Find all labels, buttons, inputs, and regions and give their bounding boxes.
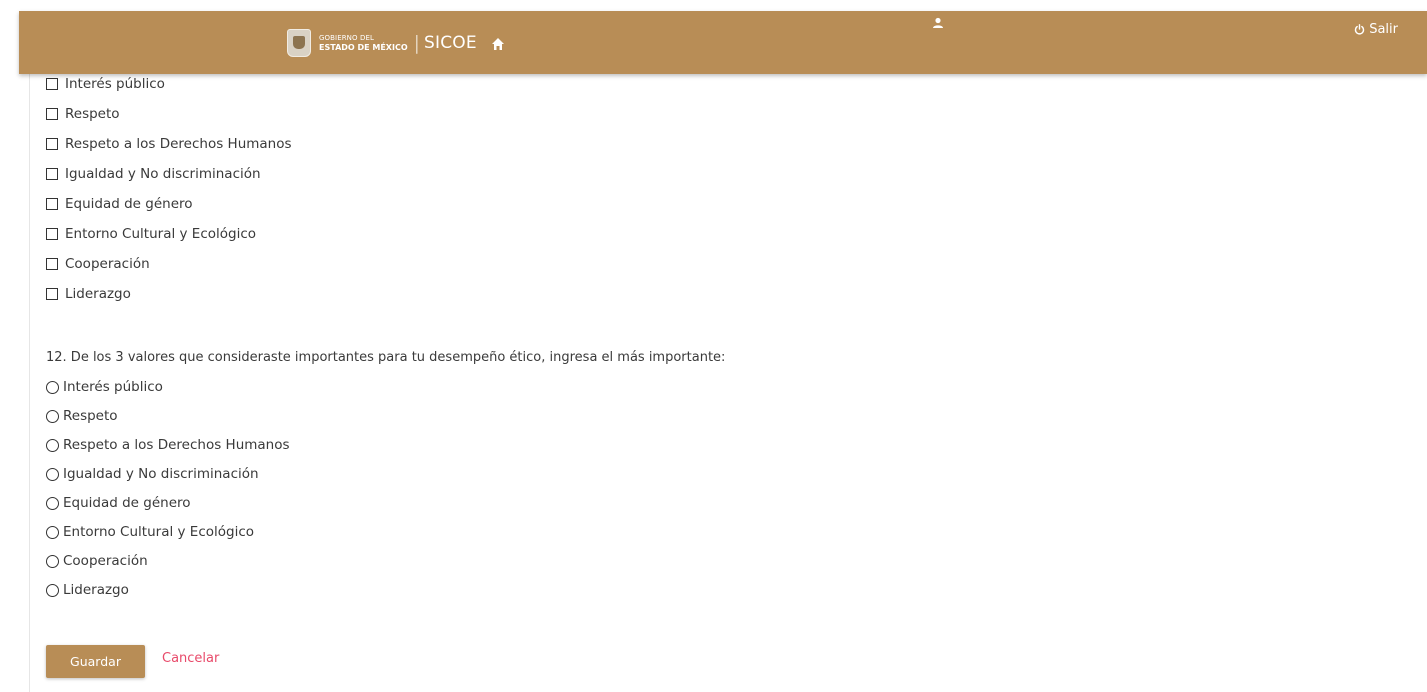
checkbox-option[interactable]: Entorno Cultural y Ecológico bbox=[46, 224, 256, 244]
logo-line-2: ESTADO DE MÉXICO bbox=[319, 43, 408, 52]
radio-button[interactable] bbox=[46, 554, 59, 568]
checkbox-label: Igualdad y No discriminación bbox=[65, 166, 261, 182]
content-left-border bbox=[29, 74, 30, 692]
logo-line-1: GOBIERNO DEL bbox=[319, 34, 374, 42]
power-icon bbox=[1355, 24, 1365, 35]
checkbox[interactable] bbox=[46, 168, 58, 180]
checkbox-label: Respeto a los Derechos Humanos bbox=[65, 136, 292, 152]
radio-option[interactable]: Respeto a los Derechos Humanos bbox=[46, 435, 290, 455]
page: GOBIERNO DEL ESTADO DE MÉXICO | SICOE Sa… bbox=[0, 0, 1427, 692]
logout-button[interactable]: Salir bbox=[1354, 22, 1398, 37]
checkbox[interactable] bbox=[46, 198, 58, 210]
radio-label: Respeto a los Derechos Humanos bbox=[63, 437, 290, 453]
logout-label: Salir bbox=[1369, 22, 1398, 37]
radio-label: Interés público bbox=[63, 379, 163, 395]
checkbox-label: Equidad de género bbox=[65, 196, 193, 212]
checkbox-option[interactable]: Liderazgo bbox=[46, 284, 131, 304]
checkbox-label: Cooperación bbox=[65, 256, 150, 272]
cancel-link[interactable]: Cancelar bbox=[162, 651, 219, 666]
radio-option[interactable]: Liderazgo bbox=[46, 580, 129, 600]
checkbox[interactable] bbox=[46, 138, 58, 150]
checkbox[interactable] bbox=[46, 108, 58, 120]
top-navbar: GOBIERNO DEL ESTADO DE MÉXICO | SICOE Sa… bbox=[19, 11, 1427, 74]
radio-label: Liderazgo bbox=[63, 582, 129, 598]
radio-option[interactable]: Cooperación bbox=[46, 551, 148, 571]
checkbox-option[interactable]: Cooperación bbox=[46, 254, 150, 274]
radio-option[interactable]: Equidad de género bbox=[46, 493, 191, 513]
radio-button[interactable] bbox=[46, 583, 59, 597]
state-seal-icon bbox=[287, 29, 311, 57]
checkbox-label: Liderazgo bbox=[65, 286, 131, 302]
checkbox-label: Interés público bbox=[65, 76, 165, 92]
radio-label: Respeto bbox=[63, 408, 118, 424]
app-name: SICOE bbox=[424, 33, 477, 53]
checkbox-option[interactable]: Respeto a los Derechos Humanos bbox=[46, 134, 292, 154]
checkbox[interactable] bbox=[46, 288, 58, 300]
radio-button[interactable] bbox=[46, 409, 59, 423]
checkbox-label: Respeto bbox=[65, 106, 120, 122]
radio-label: Cooperación bbox=[63, 553, 148, 569]
radio-option[interactable]: Interés público bbox=[46, 377, 163, 397]
save-button[interactable]: Guardar bbox=[46, 645, 145, 678]
radio-option[interactable]: Entorno Cultural y Ecológico bbox=[46, 522, 254, 542]
checkbox-option[interactable]: Equidad de género bbox=[46, 194, 193, 214]
checkbox[interactable] bbox=[46, 228, 58, 240]
radio-option[interactable]: Igualdad y No discriminación bbox=[46, 464, 259, 484]
checkbox-label: Entorno Cultural y Ecológico bbox=[65, 226, 257, 242]
checkbox[interactable] bbox=[46, 78, 58, 90]
radio-button[interactable] bbox=[46, 496, 59, 510]
user-icon[interactable] bbox=[932, 14, 944, 28]
radio-button[interactable] bbox=[46, 525, 59, 539]
radio-button[interactable] bbox=[46, 380, 59, 394]
radio-button[interactable] bbox=[46, 438, 59, 452]
radio-option[interactable]: Respeto bbox=[46, 406, 118, 426]
government-logo-text: GOBIERNO DEL ESTADO DE MÉXICO bbox=[319, 34, 408, 52]
radio-label: Equidad de género bbox=[63, 495, 191, 511]
brand[interactable]: GOBIERNO DEL ESTADO DE MÉXICO | SICOE bbox=[287, 28, 505, 58]
radio-label: Entorno Cultural y Ecológico bbox=[63, 524, 255, 540]
radio-label: Igualdad y No discriminación bbox=[63, 466, 259, 482]
checkbox-option[interactable]: Igualdad y No discriminación bbox=[46, 164, 261, 184]
radio-button[interactable] bbox=[46, 467, 59, 481]
home-icon[interactable] bbox=[491, 36, 505, 50]
checkbox-option[interactable]: Interés público bbox=[46, 74, 165, 94]
checkbox-option[interactable]: Respeto bbox=[46, 104, 120, 124]
question-12-text: 12. De los 3 valores que consideraste im… bbox=[46, 350, 726, 365]
checkbox[interactable] bbox=[46, 258, 58, 270]
brand-separator: | bbox=[413, 32, 421, 54]
